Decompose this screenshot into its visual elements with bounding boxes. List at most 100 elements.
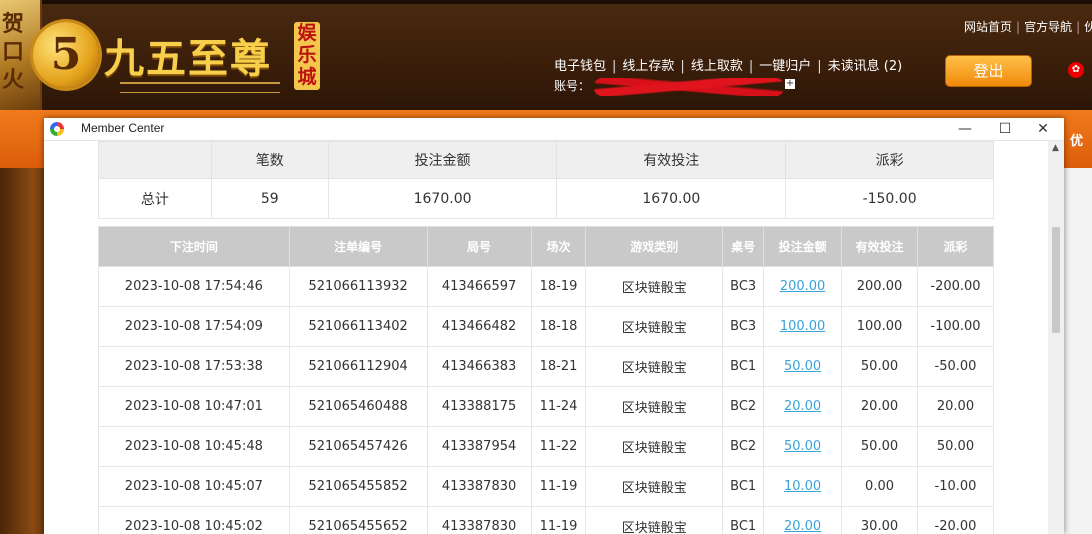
bet-amount-link[interactable]: 200.00 <box>780 279 826 294</box>
order-number: 521066113932 <box>288 266 428 307</box>
game-category: 区块链骰宝 <box>585 426 724 467</box>
valid-bet: 50.00 <box>841 346 918 387</box>
col-header-game[interactable]: 游戏类别 <box>585 226 724 267</box>
col-header-table[interactable]: 桌号 <box>722 226 765 267</box>
plus-icon[interactable]: + <box>785 79 795 89</box>
summary-header: 派彩 <box>785 141 994 179</box>
nav-consolidate[interactable]: 一键归户 <box>759 59 811 74</box>
valid-bet: 0.00 <box>841 466 918 507</box>
close-button[interactable]: ✕ <box>1024 118 1062 140</box>
bet-amount-link[interactable]: 20.00 <box>784 399 821 414</box>
summary-header: 投注金额 <box>327 141 558 179</box>
bet-amount-link[interactable]: 100.00 <box>780 319 826 334</box>
window-content[interactable]: 笔数 投注金额 有效投注 派彩 总计 59 1670.00 1670.00 -1… <box>44 141 1048 534</box>
order-number: 521066113402 <box>288 306 428 347</box>
table-number: BC1 <box>722 466 765 507</box>
session: 18-19 <box>530 266 587 307</box>
logo-badge-char: 娱 <box>297 22 317 44</box>
game-category: 区块链骰宝 <box>585 266 724 307</box>
payout: -200.00 <box>916 266 995 307</box>
vertical-scrollbar[interactable]: ▲ <box>1048 141 1064 534</box>
valid-bet: 20.00 <box>841 386 918 427</box>
bet-row: 2023-10-08 17:54:09 521066113402 413466482… <box>98 306 995 347</box>
logo-ornament <box>120 82 280 93</box>
maximize-button[interactable]: ☐ <box>986 118 1024 140</box>
logo-badge-char: 乐 <box>297 44 317 66</box>
col-header-time[interactable]: 下注时间 <box>98 226 290 267</box>
logout-button[interactable]: 登出 <box>945 55 1032 87</box>
payout: 20.00 <box>916 386 995 427</box>
separator: | <box>817 59 822 74</box>
valid-bet: 50.00 <box>841 426 918 467</box>
bet-amount-link[interactable]: 10.00 <box>784 479 821 494</box>
summary-bet: 1670.00 <box>327 178 558 219</box>
col-header-valid[interactable]: 有效投注 <box>841 226 918 267</box>
payout: -10.00 <box>916 466 995 507</box>
session: 11-19 <box>530 466 587 507</box>
separator: | <box>1016 20 1021 34</box>
summary-header-row: 笔数 投注金额 有效投注 派彩 <box>98 141 994 179</box>
table-number: BC1 <box>722 346 765 387</box>
link-more[interactable]: 伙 <box>1084 20 1092 34</box>
bet-row: 2023-10-08 10:47:01 521065460488 413388175… <box>98 386 995 427</box>
game-category: 区块链骰宝 <box>585 466 724 507</box>
window-titlebar[interactable]: Member Center — ☐ ✕ <box>44 118 1064 141</box>
background-side-panel <box>1064 168 1092 534</box>
game-category: 区块链骰宝 <box>585 306 724 347</box>
col-header-order[interactable]: 注单编号 <box>288 226 428 267</box>
hk-flag-icon[interactable]: ✿ <box>1068 62 1084 78</box>
bet-amount: 100.00 <box>763 306 843 347</box>
summary-total-row: 总计 59 1670.00 1670.00 -150.00 <box>98 178 994 219</box>
bet-amount: 50.00 <box>763 346 843 387</box>
scrollbar-thumb[interactable] <box>1052 227 1060 333</box>
bet-amount: 50.00 <box>763 426 843 467</box>
scroll-up-arrow-icon[interactable]: ▲ <box>1052 143 1059 153</box>
bet-time: 2023-10-08 17:53:38 <box>98 346 290 387</box>
session: 11-19 <box>530 506 587 534</box>
col-header-bet[interactable]: 投注金额 <box>763 226 843 267</box>
bet-amount-link[interactable]: 50.00 <box>784 439 821 454</box>
bet-time: 2023-10-08 10:45:07 <box>98 466 290 507</box>
table-number: BC2 <box>722 426 765 467</box>
summary-table: 笔数 投注金额 有效投注 派彩 总计 59 1670.00 1670.00 -1… <box>98 141 994 219</box>
separator: | <box>748 59 754 74</box>
corner-char: 火 <box>2 67 25 93</box>
link-guide[interactable]: 官方导航 <box>1024 20 1072 34</box>
logo-text: 九五至尊 <box>104 35 272 82</box>
session: 18-21 <box>530 346 587 387</box>
nav-messages[interactable]: 未读讯息 (2) <box>828 59 903 74</box>
bet-time: 2023-10-08 10:45:48 <box>98 426 290 467</box>
table-number: BC1 <box>722 506 765 534</box>
account-nav: 电子钱包 | 线上存款 | 线上取款 | 一键归户 | 未读讯息 (2) <box>554 55 902 74</box>
link-home[interactable]: 网站首页 <box>964 20 1012 34</box>
account-line: 账号： <box>554 79 591 93</box>
bet-amount: 10.00 <box>763 466 843 507</box>
order-number: 521065455852 <box>288 466 428 507</box>
round-number: 413466597 <box>426 266 532 307</box>
round-number: 413466383 <box>426 346 532 387</box>
game-category: 区块链骰宝 <box>585 386 724 427</box>
col-header-round[interactable]: 局号 <box>426 226 532 267</box>
valid-bet: 30.00 <box>841 506 918 534</box>
bet-history-table: 下注时间 注单编号 局号 场次 游戏类别 桌号 投注金额 有效投注 派彩 202… <box>98 226 995 534</box>
order-number: 521065455652 <box>288 506 428 534</box>
round-number: 413388175 <box>426 386 532 427</box>
nav-deposit[interactable]: 线上存款 <box>622 59 674 74</box>
session: 18-18 <box>530 306 587 347</box>
col-header-session[interactable]: 场次 <box>530 226 587 267</box>
nav-withdraw[interactable]: 线上取款 <box>691 59 743 74</box>
bet-time: 2023-10-08 17:54:46 <box>98 266 290 307</box>
bet-amount: 200.00 <box>763 266 843 307</box>
bet-time: 2023-10-08 10:45:02 <box>98 506 290 534</box>
separator: | <box>680 59 685 74</box>
bet-amount-link[interactable]: 20.00 <box>784 519 821 534</box>
promo-tag[interactable]: 优 <box>1070 130 1083 149</box>
round-number: 413466482 <box>426 306 532 347</box>
nav-wallet[interactable]: 电子钱包 <box>554 59 606 74</box>
summary-label: 总计 <box>98 178 212 219</box>
top-strip <box>0 0 1092 4</box>
bet-amount-link[interactable]: 50.00 <box>784 359 821 374</box>
minimize-button[interactable]: — <box>946 118 984 140</box>
col-header-payout[interactable]: 派彩 <box>916 226 995 267</box>
session: 11-24 <box>530 386 587 427</box>
